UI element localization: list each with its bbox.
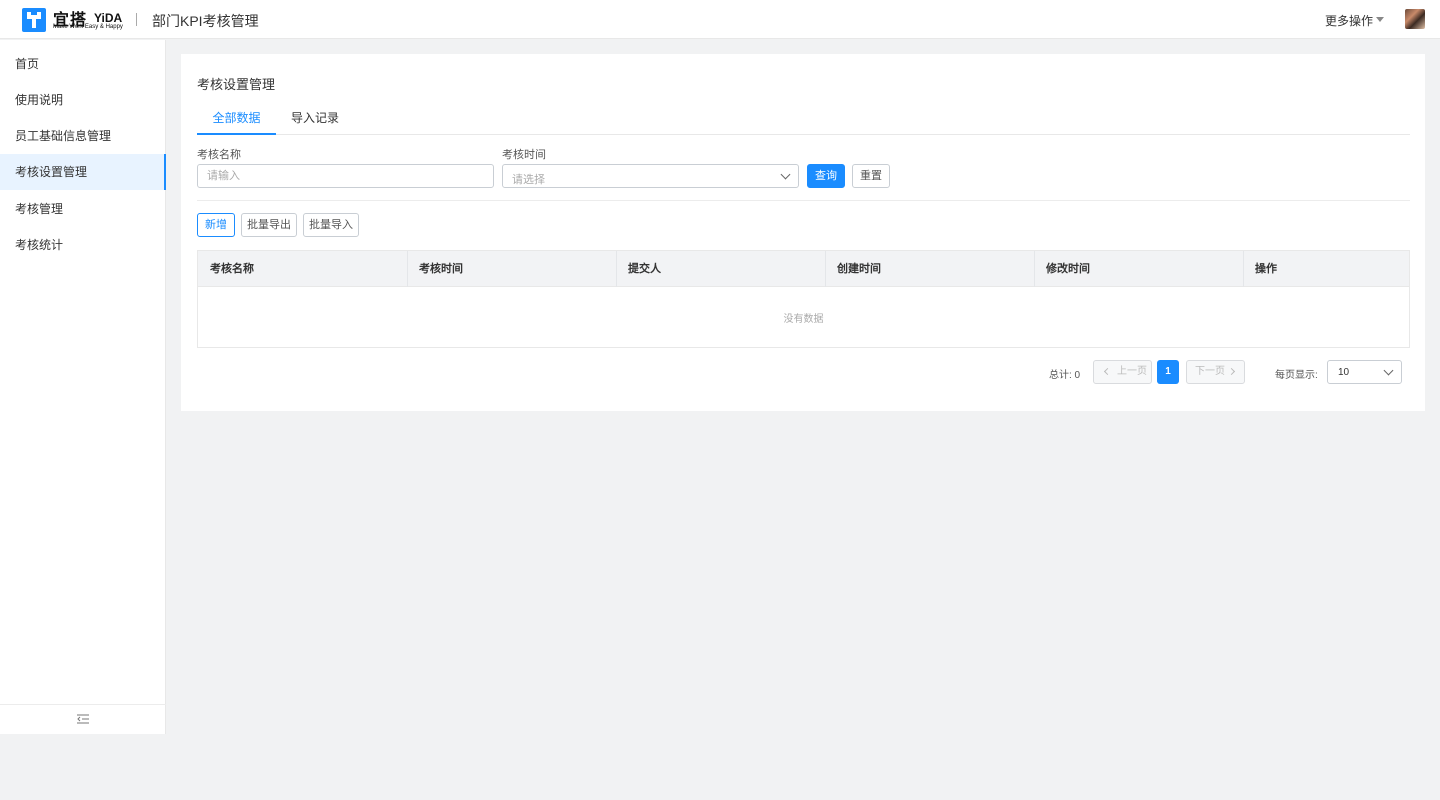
- sidebar-item-employee-info[interactable]: 员工基础信息管理: [0, 118, 166, 154]
- main-panel: 考核设置管理 全部数据 导入记录 考核名称 考核时间 请选择 查询 重置 新增 …: [181, 54, 1425, 411]
- name-search-input[interactable]: [197, 164, 494, 188]
- time-filter-label: 考核时间: [502, 149, 546, 161]
- query-button[interactable]: 查询: [807, 164, 845, 188]
- tab-bar: 全部数据 导入记录: [197, 106, 1410, 135]
- batch-import-button[interactable]: 批量导入: [303, 213, 359, 237]
- sidebar-item-assessment-stats[interactable]: 考核统计: [0, 227, 166, 263]
- sidebar-item-instructions[interactable]: 使用说明: [0, 82, 166, 118]
- column-header-submitter[interactable]: 提交人: [616, 251, 825, 287]
- collapse-menu-icon[interactable]: [77, 714, 89, 724]
- chevron-right-icon: [1227, 367, 1236, 376]
- yida-logo-icon[interactable]: [22, 8, 46, 32]
- table-header: 考核名称 考核时间 提交人 创建时间 修改时间 操作: [198, 251, 1409, 287]
- column-header-modified[interactable]: 修改时间: [1034, 251, 1243, 287]
- sidebar-item-assessment-management[interactable]: 考核管理: [0, 191, 166, 227]
- per-page-select[interactable]: 10: [1327, 360, 1402, 384]
- batch-export-button[interactable]: 批量导出: [241, 213, 297, 237]
- logo-slogan: Make Work Easy & Happy: [53, 24, 123, 30]
- prev-page-button[interactable]: 上一页: [1093, 360, 1152, 384]
- more-operations-menu[interactable]: 更多操作: [1325, 12, 1373, 29]
- column-header-time[interactable]: 考核时间: [407, 251, 616, 287]
- tab-all-data[interactable]: 全部数据: [197, 106, 276, 135]
- next-page-label: 下一页: [1195, 366, 1225, 377]
- sidebar-item-home[interactable]: 首页: [0, 46, 166, 82]
- caret-down-icon[interactable]: [1376, 17, 1384, 22]
- sidebar-footer: [0, 704, 166, 734]
- page-title: 考核设置管理: [197, 77, 276, 92]
- top-bar: 宜搭 YiDA Make Work Easy & Happy 部门KPI考核管理…: [0, 0, 1440, 39]
- column-header-name[interactable]: 考核名称: [198, 251, 407, 287]
- sidebar: 首页 使用说明 员工基础信息管理 考核设置管理 考核管理 考核统计: [0, 40, 166, 734]
- prev-page-label: 上一页: [1117, 366, 1147, 377]
- filter-divider: [197, 200, 1410, 201]
- user-avatar[interactable]: [1405, 9, 1425, 29]
- data-table: 考核名称 考核时间 提交人 创建时间 修改时间 操作 没有数据: [197, 250, 1410, 348]
- per-page-value: 10: [1338, 367, 1350, 378]
- app-title[interactable]: 部门KPI考核管理: [152, 11, 259, 31]
- total-count: 总计: 0: [1049, 370, 1081, 381]
- per-page-label: 每页显示:: [1275, 370, 1318, 381]
- chevron-down-icon: [780, 169, 791, 180]
- tab-import-records[interactable]: 导入记录: [276, 106, 354, 135]
- add-button[interactable]: 新增: [197, 213, 235, 237]
- next-page-button[interactable]: 下一页: [1186, 360, 1245, 384]
- logo-en-text: YiDA: [94, 11, 123, 25]
- chevron-left-icon: [1103, 367, 1112, 376]
- sidebar-item-assessment-settings[interactable]: 考核设置管理: [0, 154, 166, 190]
- chevron-down-icon: [1383, 365, 1394, 376]
- header-divider: [136, 13, 137, 26]
- time-select-placeholder: 请选择: [512, 174, 545, 186]
- page-number-button[interactable]: 1: [1157, 360, 1179, 384]
- time-select[interactable]: 请选择: [502, 164, 799, 188]
- name-filter-label: 考核名称: [197, 149, 241, 161]
- column-header-actions: 操作: [1255, 263, 1277, 275]
- column-header-created[interactable]: 创建时间: [825, 251, 1034, 287]
- empty-state-text: 没有数据: [783, 314, 824, 325]
- reset-button[interactable]: 重置: [852, 164, 890, 188]
